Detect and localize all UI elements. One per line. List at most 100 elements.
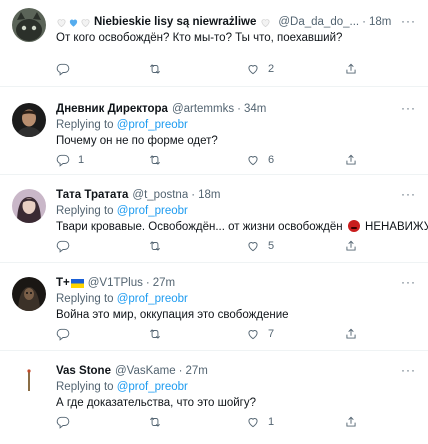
- tweet-actions: 1: [56, 415, 426, 433]
- retweet-icon: [148, 415, 162, 429]
- retweet-button[interactable]: [148, 327, 170, 341]
- timestamp[interactable]: 18m: [198, 189, 220, 201]
- like-button[interactable]: 7: [246, 327, 274, 341]
- replying-prefix: Replying to: [56, 119, 117, 131]
- timestamp[interactable]: 18m: [369, 16, 391, 28]
- reply-count: 1: [78, 154, 85, 166]
- replying-to-link[interactable]: @prof_preobr: [117, 293, 188, 305]
- avatar[interactable]: [12, 8, 46, 42]
- hooded-figure-avatar-icon: [12, 277, 46, 311]
- separator-dot: ·: [191, 189, 196, 201]
- like-count: 2: [268, 63, 275, 75]
- replying-to: Replying to @prof_preobr: [56, 379, 418, 395]
- tweet[interactable]: Niebieskie lisy są niewrażliwe @Da_da_do…: [0, 0, 428, 87]
- share-button[interactable]: [344, 239, 358, 253]
- reply-button[interactable]: 1: [56, 153, 84, 167]
- user-handle[interactable]: @artemmks: [172, 103, 234, 115]
- display-name[interactable]: Тата Тратата: [56, 189, 128, 201]
- tweet-text: От кого освобождён? Кто мы-то? Ты что, п…: [56, 32, 343, 44]
- reply-button[interactable]: [56, 62, 78, 76]
- separator-dot: ·: [237, 103, 241, 115]
- avatar[interactable]: [12, 189, 46, 223]
- display-name[interactable]: Дневник Директора: [56, 103, 168, 115]
- user-handle[interactable]: @V1TPlus: [88, 277, 143, 289]
- heart-icon: [246, 239, 260, 253]
- more-options-icon[interactable]: ···: [401, 275, 416, 289]
- share-icon: [344, 415, 358, 429]
- share-button[interactable]: [344, 327, 358, 341]
- retweet-button[interactable]: [148, 415, 170, 429]
- more-options-icon[interactable]: ···: [401, 101, 416, 115]
- share-icon: [344, 62, 358, 76]
- reply-button[interactable]: [56, 239, 78, 253]
- retweet-button[interactable]: [148, 153, 170, 167]
- avatar[interactable]: [12, 365, 46, 399]
- like-count: 7: [268, 328, 275, 340]
- replying-prefix: Replying to: [56, 205, 117, 217]
- share-button[interactable]: [344, 153, 358, 167]
- heart-icon: [246, 327, 260, 341]
- like-count: 6: [268, 154, 275, 166]
- reply-icon: [56, 62, 70, 76]
- user-handle[interactable]: @t_postna: [132, 189, 188, 201]
- reply-button[interactable]: [56, 327, 78, 341]
- heart-icon: [246, 62, 260, 76]
- display-name[interactable]: T+: [56, 277, 70, 289]
- hearts-emoji-group: [260, 17, 271, 28]
- ukraine-flag-icon: [70, 278, 84, 288]
- like-button[interactable]: 1: [246, 415, 274, 429]
- woman-portrait-avatar-icon: [12, 189, 46, 223]
- share-icon: [344, 239, 358, 253]
- tweet-actions: 7: [56, 327, 426, 345]
- retweet-icon: [148, 239, 162, 253]
- more-options-icon[interactable]: ···: [401, 187, 416, 201]
- share-button[interactable]: [344, 62, 358, 76]
- avatar[interactable]: [12, 277, 46, 311]
- tweet-text: Война это мир, оккупация это свобождение: [56, 309, 289, 321]
- user-handle[interactable]: @Da_da_do_...: [278, 16, 359, 28]
- share-icon: [344, 153, 358, 167]
- timestamp[interactable]: 27m: [153, 277, 175, 289]
- tweet-actions: 2: [56, 62, 426, 80]
- replying-to: Replying to @prof_preobr: [56, 117, 418, 133]
- tweet-actions: 1 6: [56, 153, 426, 171]
- replying-to-link[interactable]: @prof_preobr: [117, 119, 188, 131]
- reply-button[interactable]: [56, 415, 78, 429]
- white-heart-icon: [81, 18, 90, 27]
- like-button[interactable]: 6: [246, 153, 274, 167]
- timestamp[interactable]: 27m: [186, 365, 208, 377]
- hearts-emoji-group: [56, 17, 91, 28]
- share-button[interactable]: [344, 415, 358, 429]
- timestamp[interactable]: 34m: [244, 103, 266, 115]
- replying-to-link[interactable]: @prof_preobr: [117, 381, 188, 393]
- tweet[interactable]: Vas Stone @VasKame · 27m ··· Replying to…: [0, 351, 428, 439]
- reply-icon: [56, 415, 70, 429]
- display-name[interactable]: Vas Stone: [56, 365, 111, 377]
- user-handle[interactable]: @VasKame: [115, 365, 176, 377]
- more-options-icon[interactable]: ···: [401, 363, 416, 377]
- more-options-icon[interactable]: ···: [401, 14, 416, 28]
- separator-dot: ·: [362, 16, 366, 28]
- retweet-button[interactable]: [148, 62, 170, 76]
- tweet[interactable]: Тата Тратата @t_postna · 18m ··· Replyin…: [0, 175, 428, 263]
- separator-dot: ·: [145, 277, 150, 289]
- replying-to-link[interactable]: @prof_preobr: [117, 205, 188, 217]
- share-icon: [344, 327, 358, 341]
- retweet-icon: [148, 327, 162, 341]
- man-portrait-avatar-icon: [12, 103, 46, 137]
- dark-cat-avatar-icon: [12, 8, 46, 42]
- retweet-icon: [148, 153, 162, 167]
- tweet[interactable]: Дневник Директора @artemmks · 34m ··· Re…: [0, 87, 428, 175]
- replying-prefix: Replying to: [56, 293, 117, 305]
- replying-to: Replying to @prof_preobr: [56, 203, 418, 219]
- tweet[interactable]: T+ @V1TPlus · 27m ··· Replying to @prof_…: [0, 263, 428, 351]
- retweet-button[interactable]: [148, 239, 170, 253]
- like-button[interactable]: 5: [246, 239, 274, 253]
- white-heart-icon: [261, 18, 270, 27]
- tweet-text: А где доказательства, что это шойгу?: [56, 397, 257, 409]
- display-name[interactable]: Niebieskie lisy są niewrażliwe: [94, 16, 256, 28]
- replying-to: Replying to @prof_preobr: [56, 291, 418, 307]
- like-count: 5: [268, 240, 275, 252]
- like-button[interactable]: 2: [246, 62, 274, 76]
- avatar[interactable]: [12, 103, 46, 137]
